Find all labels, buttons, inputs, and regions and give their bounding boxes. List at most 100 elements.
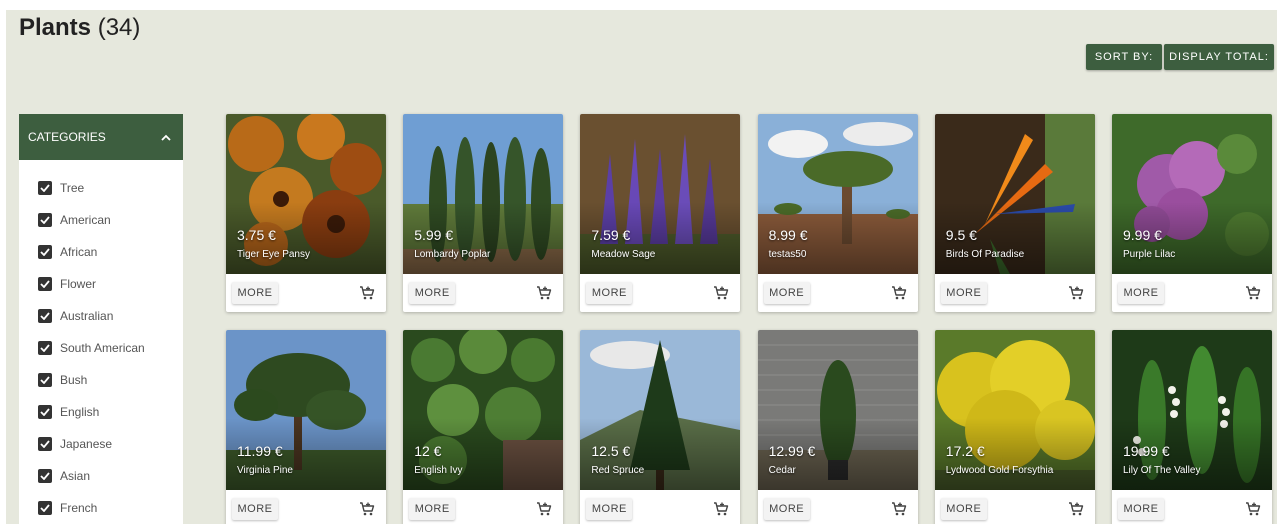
product-image[interactable]: 11.99 € Virginia Pine <box>226 330 386 490</box>
product-card[interactable]: 12.99 € Cedar MORE <box>757 330 918 524</box>
add-to-cart-icon[interactable] <box>712 500 730 518</box>
add-to-cart-icon[interactable] <box>1244 284 1262 302</box>
check-icon <box>40 408 50 416</box>
product-price: 19.99 € <box>1123 443 1170 459</box>
category-checkbox[interactable] <box>38 277 52 291</box>
add-to-cart-icon[interactable] <box>535 284 553 302</box>
display-total-button[interactable]: DISPLAY TOTAL: <box>1164 44 1274 70</box>
check-icon <box>40 376 50 384</box>
product-name: Cedar <box>768 465 796 476</box>
add-to-cart-icon[interactable] <box>358 500 376 518</box>
add-to-cart-icon[interactable] <box>358 284 376 302</box>
category-checkbox[interactable] <box>38 437 52 451</box>
product-card[interactable]: 19.99 € Lily Of The Valley MORE <box>1112 330 1272 524</box>
product-card[interactable]: 3.75 € Tiger Eye Pansy MORE <box>226 114 386 312</box>
check-icon <box>40 440 50 448</box>
product-image[interactable]: 9.5 € Birds Of Paradise <box>934 114 1095 274</box>
more-button[interactable]: MORE <box>940 282 987 304</box>
categories-header[interactable]: CATEGORIES <box>19 114 183 160</box>
more-button[interactable]: MORE <box>940 498 987 520</box>
add-to-cart-icon[interactable] <box>712 284 730 302</box>
more-button[interactable]: MORE <box>586 282 633 304</box>
more-button[interactable]: MORE <box>763 498 810 520</box>
product-image[interactable]: 3.75 € Tiger Eye Pansy <box>226 114 386 274</box>
check-icon <box>40 472 50 480</box>
product-card[interactable]: 12 € English Ivy MORE <box>403 330 564 524</box>
check-icon <box>40 248 50 256</box>
product-image[interactable]: 17.2 € Lydwood Gold Forsythia <box>934 330 1095 490</box>
category-checkbox[interactable] <box>38 341 52 355</box>
category-checkbox[interactable] <box>38 501 52 515</box>
category-checkbox[interactable] <box>38 405 52 419</box>
category-checkbox[interactable] <box>38 309 52 323</box>
card-actions: MORE <box>226 274 386 312</box>
product-price: 9.99 € <box>1123 227 1162 243</box>
category-label: Tree <box>60 181 85 195</box>
product-image[interactable]: 8.99 € testas50 <box>757 114 918 274</box>
category-checkbox[interactable] <box>38 245 52 259</box>
product-image[interactable]: 19.99 € Lily Of The Valley <box>1112 330 1272 490</box>
more-button[interactable]: MORE <box>1118 498 1164 520</box>
more-button[interactable]: MORE <box>409 282 456 304</box>
category-label: South American <box>60 341 145 355</box>
add-to-cart-icon[interactable] <box>1067 284 1085 302</box>
product-card[interactable]: 7.59 € Meadow Sage MORE <box>580 114 741 312</box>
product-image[interactable]: 12.99 € Cedar <box>757 330 918 490</box>
product-card[interactable]: 5.99 € Lombardy Poplar MORE <box>403 114 564 312</box>
more-button[interactable]: MORE <box>409 498 456 520</box>
category-item-asian[interactable]: Asian <box>19 460 183 492</box>
category-item-american[interactable]: American <box>19 204 183 236</box>
card-actions: MORE <box>580 490 740 524</box>
category-item-flower[interactable]: Flower <box>19 268 183 300</box>
product-card[interactable]: 11.99 € Virginia Pine MORE <box>226 330 386 524</box>
product-image[interactable]: 12.5 € Red Spruce <box>580 330 741 490</box>
sort-by-button[interactable]: SORT BY: <box>1086 44 1162 70</box>
category-checkbox[interactable] <box>38 181 52 195</box>
product-image[interactable]: 12 € English Ivy <box>403 330 564 490</box>
category-checkbox[interactable] <box>38 373 52 387</box>
add-to-cart-icon[interactable] <box>890 500 908 518</box>
product-card[interactable]: 17.2 € Lydwood Gold Forsythia MORE <box>934 330 1095 524</box>
product-card[interactable]: 8.99 € testas50 MORE <box>757 114 918 312</box>
product-image[interactable]: 9.99 € Purple Lilac <box>1112 114 1272 274</box>
more-button[interactable]: MORE <box>763 282 810 304</box>
category-item-bush[interactable]: Bush <box>19 364 183 396</box>
category-label: Japanese <box>60 437 113 451</box>
category-item-african[interactable]: African <box>19 236 183 268</box>
category-item-japanese[interactable]: Japanese <box>19 428 183 460</box>
category-item-french[interactable]: French <box>19 492 183 524</box>
toolbar: SORT BY: DISPLAY TOTAL: <box>1086 44 1274 70</box>
product-image[interactable]: 7.59 € Meadow Sage <box>580 114 741 274</box>
categories-title: CATEGORIES <box>28 130 106 144</box>
card-actions: MORE <box>935 490 1095 524</box>
category-item-south-american[interactable]: South American <box>19 332 183 364</box>
more-button[interactable]: MORE <box>1118 282 1164 304</box>
product-image[interactable]: 5.99 € Lombardy Poplar <box>403 114 564 274</box>
product-name: Lily Of The Valley <box>1123 465 1201 476</box>
product-name: English Ivy <box>414 465 463 476</box>
product-price: 12.99 € <box>768 443 816 459</box>
more-button[interactable]: MORE <box>232 498 278 520</box>
product-price: 9.5 € <box>945 227 977 243</box>
add-to-cart-icon[interactable] <box>535 500 553 518</box>
category-checkbox[interactable] <box>38 213 52 227</box>
category-item-tree[interactable]: Tree <box>19 172 183 204</box>
product-card[interactable]: 9.99 € Purple Lilac MORE <box>1112 114 1272 312</box>
category-label: English <box>60 405 100 419</box>
category-checkbox[interactable] <box>38 469 52 483</box>
chevron-up-icon[interactable] <box>159 130 173 144</box>
add-to-cart-icon[interactable] <box>1067 500 1085 518</box>
check-icon <box>40 344 50 352</box>
category-item-english[interactable]: English <box>19 396 183 428</box>
category-label: Asian <box>60 469 91 483</box>
more-button[interactable]: MORE <box>232 282 278 304</box>
product-card[interactable]: 12.5 € Red Spruce MORE <box>580 330 741 524</box>
add-to-cart-icon[interactable] <box>890 284 908 302</box>
product-name: Meadow Sage <box>591 249 656 260</box>
more-button[interactable]: MORE <box>586 498 633 520</box>
card-actions: MORE <box>1112 274 1272 312</box>
add-to-cart-icon[interactable] <box>1244 500 1262 518</box>
product-card[interactable]: 9.5 € Birds Of Paradise MORE <box>934 114 1095 312</box>
category-item-australian[interactable]: Australian <box>19 300 183 332</box>
card-actions: MORE <box>935 274 1095 312</box>
